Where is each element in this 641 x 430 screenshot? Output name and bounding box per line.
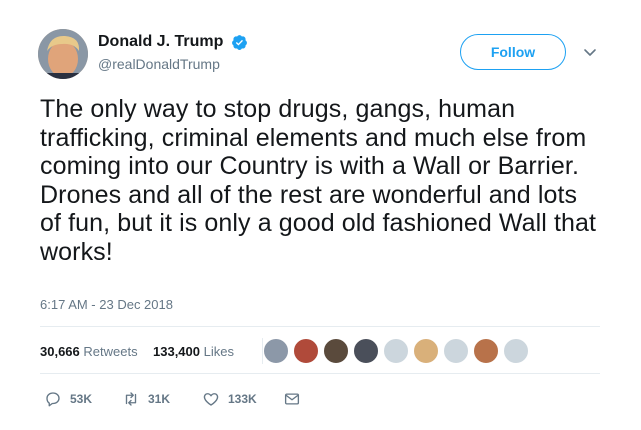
reply-button[interactable]: 53K — [44, 389, 92, 409]
liker-avatar[interactable] — [323, 338, 349, 364]
like-button[interactable]: 133K — [202, 389, 257, 409]
likes-count: 133,400 — [153, 344, 200, 359]
reply-count: 53K — [70, 392, 93, 406]
liker-avatar[interactable] — [473, 338, 499, 364]
liker-avatar[interactable] — [413, 338, 439, 364]
tweet-stats: 30,666 Retweets 133,400 Likes — [40, 338, 600, 366]
retweet-count: 31K — [148, 392, 171, 406]
heart-icon — [203, 393, 219, 406]
author-avatar[interactable] — [38, 29, 88, 79]
author-handle[interactable]: @realDonaldTrump — [98, 56, 248, 72]
liker-avatar[interactable] — [293, 338, 319, 364]
tweet-card: Donald J. Trump @realDonaldTrump Follow … — [0, 0, 641, 430]
tweet-header: Donald J. Trump @realDonaldTrump Follow — [38, 29, 611, 79]
liker-avatar[interactable] — [383, 338, 409, 364]
direct-message-icon — [284, 393, 300, 405]
likes-label: Likes — [203, 344, 234, 359]
verified-badge-icon — [231, 34, 247, 50]
retweet-icon — [125, 392, 137, 406]
likes-stat[interactable]: 133,400 Likes — [153, 344, 234, 359]
liker-avatar[interactable] — [443, 338, 469, 364]
retweets-label: Retweets — [83, 344, 138, 359]
tweet-actions: 53K 31K 133K — [40, 389, 340, 409]
author-names: Donald J. Trump @realDonaldTrump — [98, 33, 248, 72]
divider — [40, 326, 600, 327]
like-count: 133K — [228, 392, 257, 406]
liker-avatar[interactable] — [263, 338, 289, 364]
liker-avatar[interactable] — [353, 338, 379, 364]
direct-message-button[interactable] — [283, 389, 301, 409]
follow-button[interactable]: Follow — [460, 34, 566, 70]
liker-avatar[interactable] — [503, 338, 529, 364]
author-display-name[interactable]: Donald J. Trump — [98, 33, 223, 51]
retweet-button[interactable]: 31K — [122, 389, 170, 409]
retweets-count: 30,666 — [40, 344, 80, 359]
chevron-down-icon[interactable] — [582, 44, 598, 60]
reply-icon — [46, 392, 60, 407]
retweets-stat[interactable]: 30,666 Retweets — [40, 344, 138, 359]
tweet-text: The only way to stop drugs, gangs, human… — [40, 95, 604, 266]
divider — [40, 373, 600, 374]
tweet-timestamp[interactable]: 6:17 AM - 23 Dec 2018 — [40, 297, 173, 312]
